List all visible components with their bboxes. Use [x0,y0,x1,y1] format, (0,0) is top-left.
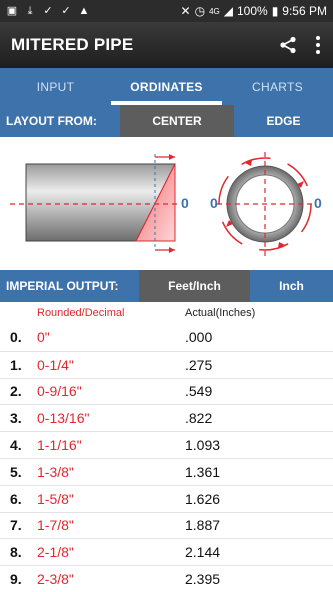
row-rounded: 2-3/8" [37,571,74,588]
row-rounded: 1-7/8" [37,517,74,534]
pipe-end-view [217,152,313,256]
app-title: MITERED PIPE [11,35,134,54]
row-index: 7. [10,517,22,534]
row-rounded: 0-1/4" [37,356,74,373]
edge-button[interactable]: EDGE [234,105,333,137]
notification-icons: ▣ ⤓ ✓ ✓ ▲ [6,4,90,17]
table-row: 4. 1-1/16" 1.093 [0,431,333,458]
row-index: 2. [10,383,22,400]
layout-from-row: LAYOUT FROM: CENTER EDGE [0,105,333,137]
row-rounded: 2-1/8" [37,544,74,561]
check-icon: ✓ [61,4,71,17]
ring-right-label: 0 [314,195,322,211]
row-index: 8. [10,544,22,561]
network-label: 4G [209,6,220,16]
system-status: ✕ ◷ 4G ◢ 100% ▮ 9:56 PM [181,4,327,18]
row-index: 0. [10,329,22,346]
overflow-menu-icon[interactable] [303,30,333,60]
row-actual: 1.626 [185,490,221,507]
ordinates-list: 0. 0" .000 1. 0-1/4" .275 2. 0-9/16" .54… [0,324,333,592]
table-row: 9. 2-3/8" 2.395 [0,565,333,592]
row-rounded: 0-13/16" [37,410,90,427]
row-actual: 2.395 [185,571,221,588]
pipe-side-label: 0 [181,195,189,211]
table-row: 0. 0" .000 [0,324,333,351]
row-actual: 1.093 [185,437,221,454]
tab-charts[interactable]: CHARTS [222,68,333,105]
share-icon[interactable] [273,30,303,60]
table-row: 1. 0-1/4" .275 [0,350,333,378]
ring-left-label: 0 [210,195,218,211]
table-row: 8. 2-1/8" 2.144 [0,538,333,565]
signal-icon: ◢ [223,4,233,18]
mute-icon: ✕ [180,4,191,18]
table-row: 3. 0-13/16" .822 [0,404,333,431]
row-index: 5. [10,463,22,480]
app-bar: MITERED PIPE [0,22,333,68]
battery-icon: ▮ [271,4,279,18]
table-row: 2. 0-9/16" .549 [0,377,333,405]
row-rounded: 0" [37,329,50,346]
inch-button[interactable]: Inch [250,270,333,302]
table-row: 6. 1-5/8" 1.626 [0,484,333,512]
image-icon: ▣ [6,4,18,17]
center-button[interactable]: CENTER [120,105,234,137]
status-bar: ▣ ⤓ ✓ ✓ ▲ ✕ ◷ 4G ◢ 100% ▮ 9:56 PM [0,0,333,22]
row-actual: 1.887 [185,517,221,534]
table-row: 7. 1-7/8" 1.887 [0,511,333,539]
table-row: 5. 1-3/8" 1.361 [0,457,333,485]
rounded-column-header: Rounded/Decimal [37,307,125,319]
battery-level: 100% [236,4,268,18]
row-index: 3. [10,410,22,427]
tab-ordinates[interactable]: ORDINATES [111,68,222,105]
pipe-side-view [10,154,178,253]
imperial-output-row: IMPERIAL OUTPUT: Feet/Inch Inch [0,270,333,302]
row-index: 1. [10,356,22,373]
row-index: 6. [10,490,22,507]
row-actual: 2.144 [185,544,221,561]
tab-bar: INPUT ORDINATES CHARTS [0,68,333,105]
app-icon: ▲ [78,4,90,17]
layout-from-label: LAYOUT FROM: [6,114,97,128]
row-rounded: 1-5/8" [37,490,74,507]
feet-inch-button[interactable]: Feet/Inch [139,270,250,302]
check-icon: ✓ [43,4,53,17]
row-index: 9. [10,571,22,588]
row-rounded: 1-3/8" [37,463,74,480]
row-actual: 1.361 [185,463,221,480]
row-rounded: 1-1/16" [37,437,82,454]
imperial-output-label: IMPERIAL OUTPUT: [6,279,119,293]
row-rounded: 0-9/16" [37,383,82,400]
actual-column-header: Actual(Inches) [185,307,256,319]
table-header: Rounded/Decimal Actual(Inches) [0,302,333,324]
row-actual: .822 [185,410,213,427]
mitered-pipe-diagram: 0 0 0 [0,140,333,268]
row-actual: .275 [185,356,213,373]
row-actual: .000 [185,329,213,346]
tab-input[interactable]: INPUT [0,68,111,105]
row-index: 4. [10,437,22,454]
clock: 9:56 PM [282,4,327,18]
download-icon: ⤓ [27,4,33,17]
row-actual: .549 [185,383,213,400]
alarm-icon: ◷ [194,4,206,18]
